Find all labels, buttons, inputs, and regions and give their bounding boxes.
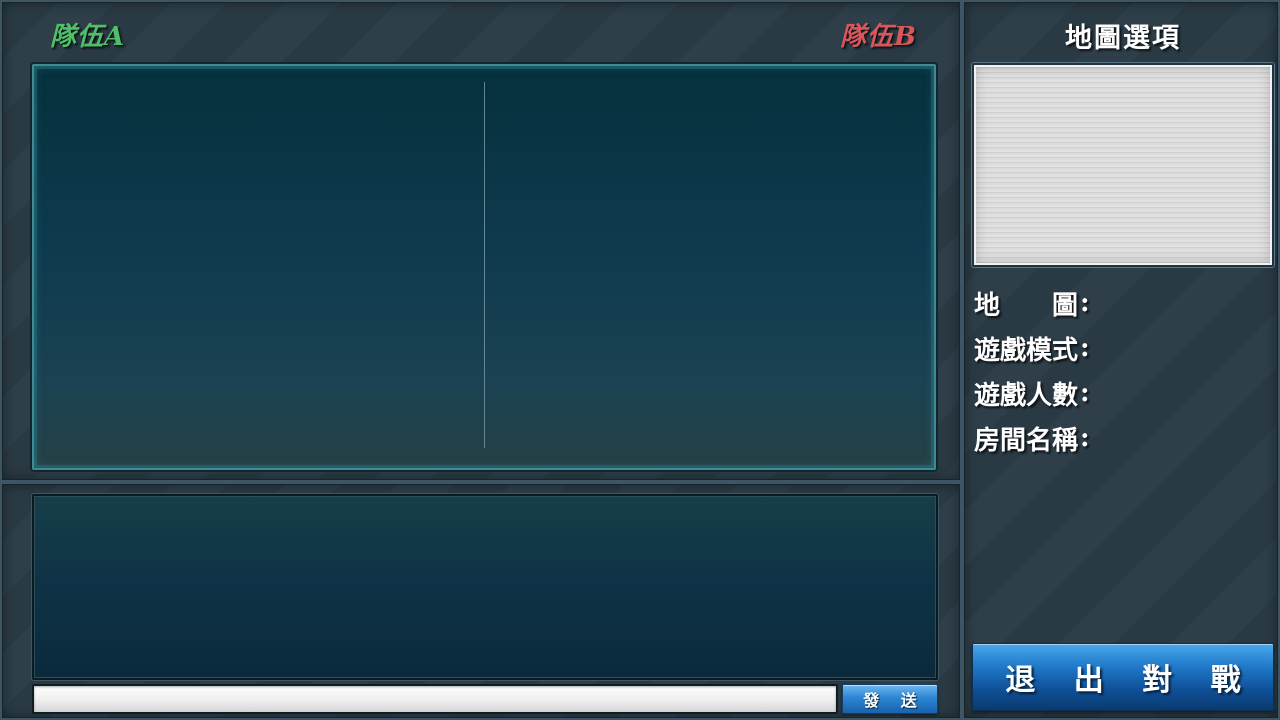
chat-log[interactable] xyxy=(32,494,938,680)
team-a-player-list[interactable] xyxy=(34,66,484,468)
map-colon: : xyxy=(1080,288,1090,318)
send-button[interactable]: 發 送 xyxy=(842,684,938,714)
room-name-label: 房間名稱 xyxy=(974,425,1079,456)
room-name-colon: : xyxy=(1080,423,1090,453)
exit-battle-button[interactable]: 退 出 對 戰 xyxy=(972,643,1274,711)
game-mode-colon: : xyxy=(1080,333,1090,363)
team-b-title: 隊伍B xyxy=(840,22,917,52)
player-count-colon: : xyxy=(1080,378,1090,408)
teams-panel: 隊伍A 隊伍B xyxy=(0,0,962,482)
game-mode-info-row: 遊戲模式 : xyxy=(974,328,1098,368)
room-name-info-row: 房間名稱 : xyxy=(974,418,1098,458)
team-a-title: 隊伍A xyxy=(50,22,126,52)
map-info-row: 地 圖 : xyxy=(974,283,1098,323)
map-options-title: 地圖選項 xyxy=(1065,23,1181,54)
map-label: 地 圖 xyxy=(974,290,1079,321)
chat-panel: 發 送 xyxy=(0,482,962,720)
player-count-info-row: 遊戲人數 : xyxy=(974,373,1098,413)
team-roster-frame xyxy=(32,64,936,470)
team-b-player-list[interactable] xyxy=(485,66,934,468)
map-options-panel: 地圖選項 地 圖 : 遊戲模式 : 遊戲人數 : 房間名稱 : 退 出 對 戰 xyxy=(962,0,1280,720)
player-count-label: 遊戲人數 xyxy=(974,380,1079,411)
game-mode-label: 遊戲模式 xyxy=(974,335,1079,366)
map-preview-image xyxy=(972,63,1274,267)
chat-input[interactable] xyxy=(32,684,838,714)
